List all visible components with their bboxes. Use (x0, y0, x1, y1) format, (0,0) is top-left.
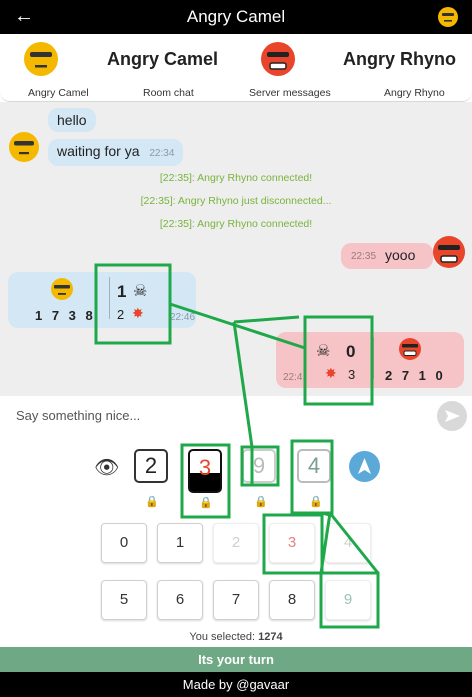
chat-log[interactable]: hello waiting for ya 22:34 [22:35]: Angr… (0, 102, 472, 396)
their-guess-card: 22:4 ☠ 0 ✸ 3 2 7 1 0 (276, 332, 464, 388)
injured-count: 2 (117, 307, 125, 322)
camel-avatar-icon (24, 42, 58, 76)
my-guess-card: 1 7 3 8 1 ☠ 2 ✸ 22:46 (8, 272, 196, 328)
player-right-name: Angry Rhyno (343, 49, 457, 69)
divider (109, 277, 110, 319)
camel-avatar-icon (51, 278, 73, 300)
tab-angry-rhyno[interactable]: Angry Rhyno (384, 87, 445, 99)
system-message: [22:35]: Angry Rhyno connected! (159, 172, 313, 184)
lock-icon[interactable]: 🔒 (254, 495, 268, 508)
navigate-arrow-icon (358, 458, 371, 474)
keypad-key[interactable]: 1 (157, 523, 203, 563)
selection-readout: You selected: 1274 (0, 631, 472, 643)
skull-icon: ☠ (316, 343, 331, 360)
players-header: Angry Camel Angry Rhyno Angry Camel Room… (0, 34, 472, 102)
player-left-name: Angry Camel (107, 49, 219, 69)
chat-input[interactable]: Say something nice... (16, 408, 140, 423)
secret-slot[interactable]: 9 (242, 449, 276, 483)
system-message: [22:35]: Angry Rhyno just disconnected..… (140, 195, 332, 207)
send-button[interactable] (437, 401, 467, 431)
chat-bubble-mine: waiting for ya 22:34 (48, 139, 184, 166)
selection-label: You selected: (189, 631, 256, 643)
divider (373, 337, 374, 379)
keypad-key[interactable]: 9 (325, 580, 371, 620)
navigate-button[interactable] (349, 451, 380, 482)
message-time: 22:4 (283, 372, 303, 383)
keypad-key[interactable]: 2 (213, 523, 259, 563)
send-arrow-icon (445, 410, 460, 422)
explosion-icon: ✸ (132, 305, 144, 321)
keypad-key[interactable]: 0 (101, 523, 147, 563)
window-title: Angry Camel (186, 7, 286, 26)
chat-bubble-theirs: 22:35 yooo (341, 243, 433, 269)
tab-room-chat[interactable]: Room chat (143, 87, 194, 99)
tab-server-messages[interactable]: Server messages (249, 87, 331, 99)
tab-angry-camel[interactable]: Angry Camel (28, 87, 89, 99)
turn-status-bar: Its your turn (0, 647, 472, 672)
message-text: yooo (385, 247, 416, 263)
footer-credit: Made by @gavaar (0, 672, 472, 697)
rhyno-avatar-icon (433, 236, 465, 268)
guess-digits: 1 7 3 8 (35, 308, 96, 323)
secret-slot-active[interactable]: 3 (188, 449, 222, 493)
explosion-icon: ✸ (325, 365, 337, 381)
rhyno-avatar-icon (261, 42, 295, 76)
message-time: 22:46 (170, 312, 196, 323)
dead-count: 0 (346, 342, 356, 361)
message-text: waiting for ya (57, 143, 140, 159)
secret-slot[interactable]: 2 (134, 449, 168, 483)
keypad-key[interactable]: 6 (157, 580, 203, 620)
message-time: 22:34 (149, 148, 175, 159)
lock-icon[interactable]: 🔒 (309, 495, 323, 508)
message-text: hello (57, 112, 87, 128)
lock-icon[interactable]: 🔒 (145, 495, 159, 508)
injured-count: 3 (348, 367, 356, 382)
rhyno-avatar-icon (399, 338, 421, 360)
message-time: 22:35 (351, 251, 377, 262)
keypad-key[interactable]: 3 (269, 523, 315, 563)
camel-face-icon (438, 7, 458, 27)
chat-bubble-mine: hello (48, 108, 96, 132)
selection-value: 1274 (258, 631, 283, 643)
dead-count: 1 (117, 282, 127, 301)
camel-avatar-icon (9, 132, 39, 162)
keypad-key[interactable]: 8 (269, 580, 315, 620)
eye-icon[interactable]: 👁 (94, 455, 119, 480)
system-message: [22:35]: Angry Rhyno connected! (159, 218, 313, 230)
keypad-key[interactable]: 7 (213, 580, 259, 620)
keypad-key[interactable]: 5 (101, 580, 147, 620)
lock-icon[interactable]: 🔒 (199, 496, 213, 509)
guess-digits: 2 7 1 0 (385, 368, 446, 383)
secret-slot[interactable]: 4 (297, 449, 331, 483)
skull-icon: ☠ (133, 283, 148, 300)
top-bar: ← Angry Camel (0, 0, 472, 34)
keypad-key[interactable]: 4 (325, 523, 371, 563)
